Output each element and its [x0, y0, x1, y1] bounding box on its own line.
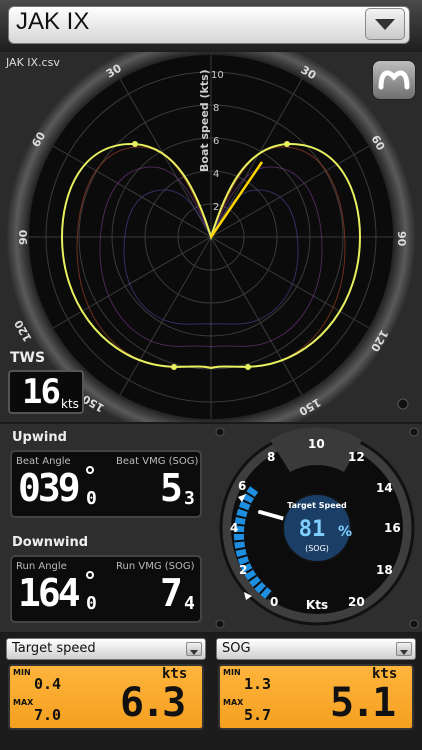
vmg-point — [132, 141, 138, 147]
downwind-title: Downwind — [12, 535, 89, 550]
beat-vmg-decimal: 3 — [184, 488, 195, 509]
screw-icon — [409, 619, 419, 629]
vmg-point — [284, 141, 290, 147]
screw-icon — [397, 398, 409, 410]
beat-vmg-value: 5 — [160, 466, 183, 510]
polar-diagram: 2 4 6 8 10 Boat speed (kts) 30 30 60 60 … — [6, 52, 416, 422]
gauge-tick: 20 — [348, 595, 365, 609]
gauge-center-value: 81 — [299, 517, 326, 542]
screw-icon — [215, 427, 225, 437]
upwind-title: Upwind — [12, 430, 67, 445]
screw-icon — [409, 427, 419, 437]
boat-dropdown-button[interactable] — [365, 8, 405, 40]
gauge-center-title: Target Speed — [287, 501, 347, 510]
left-min-value: 0.4 — [34, 675, 62, 693]
right-max-value: 5.7 — [244, 706, 272, 724]
speed-tick: 6 — [213, 136, 219, 147]
right-min-label: MIN — [223, 668, 241, 677]
run-vmg-value: 7 — [160, 571, 183, 615]
gauge-unit: Kts — [306, 598, 328, 612]
triangle-down-icon — [375, 19, 395, 30]
beat-vmg-label: Beat VMG (SOG) — [116, 456, 199, 467]
polar-file-name: JAK IX.csv — [6, 56, 60, 69]
left-metric-label: Target speed — [12, 641, 96, 656]
gauge-tick: 10 — [308, 437, 325, 451]
polar-axis-label: Boat speed (kts) — [198, 69, 211, 172]
right-max-label: MAX — [223, 698, 244, 707]
gauge-tick: 12 — [348, 450, 365, 464]
gauge-tick: 14 — [376, 481, 393, 495]
speed-tick: 10 — [211, 70, 224, 81]
target-speed-gauge: 0 2 4 6 8 10 12 14 16 18 20 Target Speed… — [215, 427, 419, 629]
left-metric-value: 6.3 — [120, 680, 186, 726]
gauge-center-unit: % — [338, 524, 352, 540]
run-angle-value: 164 — [18, 571, 81, 615]
left-max-value: 7.0 — [34, 706, 62, 724]
brand-logo-button[interactable] — [372, 60, 416, 100]
run-angle-decimal: 0 — [86, 593, 97, 614]
beat-angle-value: 039 — [18, 466, 81, 510]
gauge-tick: 4 — [230, 521, 238, 535]
right-metric-value: 5.1 — [330, 680, 396, 726]
run-vmg-label: Run VMG (SOG) — [116, 561, 195, 572]
gauge-tick: 8 — [267, 450, 275, 464]
gauge-tick: 6 — [238, 479, 246, 493]
gauge-center-sub: (SOG) — [305, 544, 329, 553]
left-metric-dropdown[interactable] — [186, 642, 202, 656]
beat-angle-decimal: 0 — [86, 488, 97, 509]
run-vmg-decimal: 4 — [184, 593, 195, 614]
gauge-tick: 18 — [376, 563, 393, 577]
tws-unit: kts — [61, 397, 79, 411]
degree-symbol — [86, 571, 94, 579]
boat-name: JAK IX — [16, 8, 90, 35]
left-min-label: MIN — [13, 668, 31, 677]
brand-logo-icon — [378, 70, 410, 90]
left-max-label: MAX — [13, 698, 34, 707]
speed-tick: 8 — [213, 103, 219, 114]
angle-label-90: 90 — [17, 229, 30, 245]
tws-label: TWS — [10, 350, 46, 366]
vmg-point — [171, 364, 177, 370]
right-metric-dropdown[interactable] — [396, 642, 412, 656]
degree-symbol — [86, 466, 94, 474]
right-min-value: 1.3 — [244, 675, 272, 693]
triangle-down-icon — [190, 650, 198, 655]
gauge-tick: 0 — [270, 595, 278, 609]
vmg-point — [245, 364, 251, 370]
speed-tick: 2 — [213, 202, 219, 213]
right-metric-label: SOG — [222, 641, 251, 656]
screw-icon — [215, 619, 225, 629]
gauge-tick: 16 — [384, 521, 401, 535]
tws-value: 16 — [22, 372, 61, 412]
gauge-tick: 2 — [239, 563, 247, 577]
speed-tick: 4 — [213, 169, 219, 180]
triangle-down-icon — [400, 650, 408, 655]
angle-label-90: 90 — [395, 231, 408, 247]
